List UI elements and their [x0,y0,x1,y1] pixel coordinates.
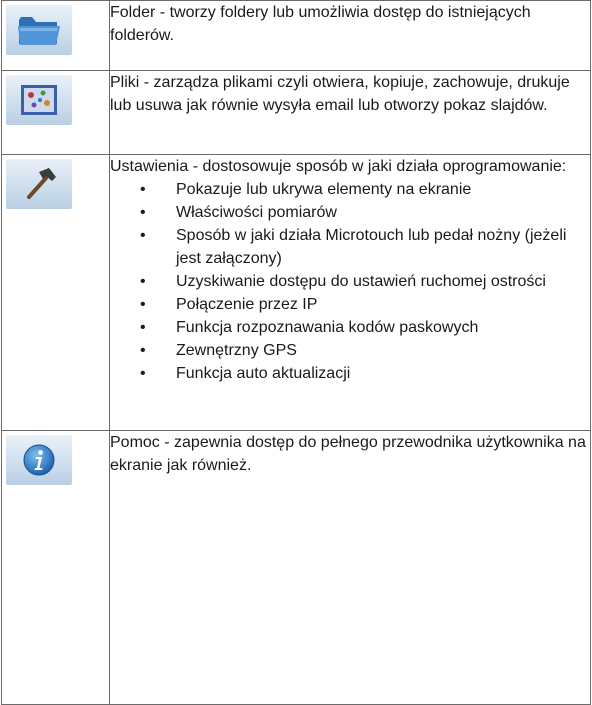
row-text-help: Pomoc - zapewnia dostęp do pełnego przew… [109,430,591,705]
hammer-icon [6,159,72,209]
row-text-folder: Folder - tworzy foldery lub umożliwia do… [109,0,591,71]
icon-cell [1,430,110,705]
info-icon [6,435,72,485]
settings-feature-list: Pokazuje lub ukrywa elementy na ekranie … [110,178,590,385]
folder-icon [6,5,72,55]
settings-description: Ustawienia - dostosowuje sposób w jaki d… [110,158,567,175]
list-item: Funkcja auto aktualizacji [110,362,590,385]
table-row-settings: Ustawienia - dostosowuje sposób w jaki d… [1,154,591,431]
list-item: Zewnętrzny GPS [110,339,590,362]
list-item: Uzyskiwanie dostępu do ustawień ruchomej… [110,270,590,293]
list-item: Funkcja rozpoznawania kodów paskowych [110,316,590,339]
feature-table: Folder - tworzy foldery lub umożliwia do… [1,0,591,705]
table-row-help: Pomoc - zapewnia dostęp do pełnego przew… [1,430,591,705]
icon-cell [1,0,110,71]
list-item: Właściwości pomiarów [110,201,590,224]
image-file-icon [6,75,72,125]
table-row-folder: Folder - tworzy foldery lub umożliwia do… [1,0,591,71]
icon-cell [1,154,110,431]
table-row-files: Pliki - zarządza plikami czyli otwiera, … [1,70,591,155]
row-text-files: Pliki - zarządza plikami czyli otwiera, … [109,70,591,155]
list-item: Sposób w jaki działa Microtouch lub peda… [110,224,590,270]
list-item: Pokazuje lub ukrywa elementy na ekranie [110,178,590,201]
icon-cell [1,70,110,155]
row-text-settings: Ustawienia - dostosowuje sposób w jaki d… [109,154,591,431]
list-item: Połączenie przez IP [110,293,590,316]
